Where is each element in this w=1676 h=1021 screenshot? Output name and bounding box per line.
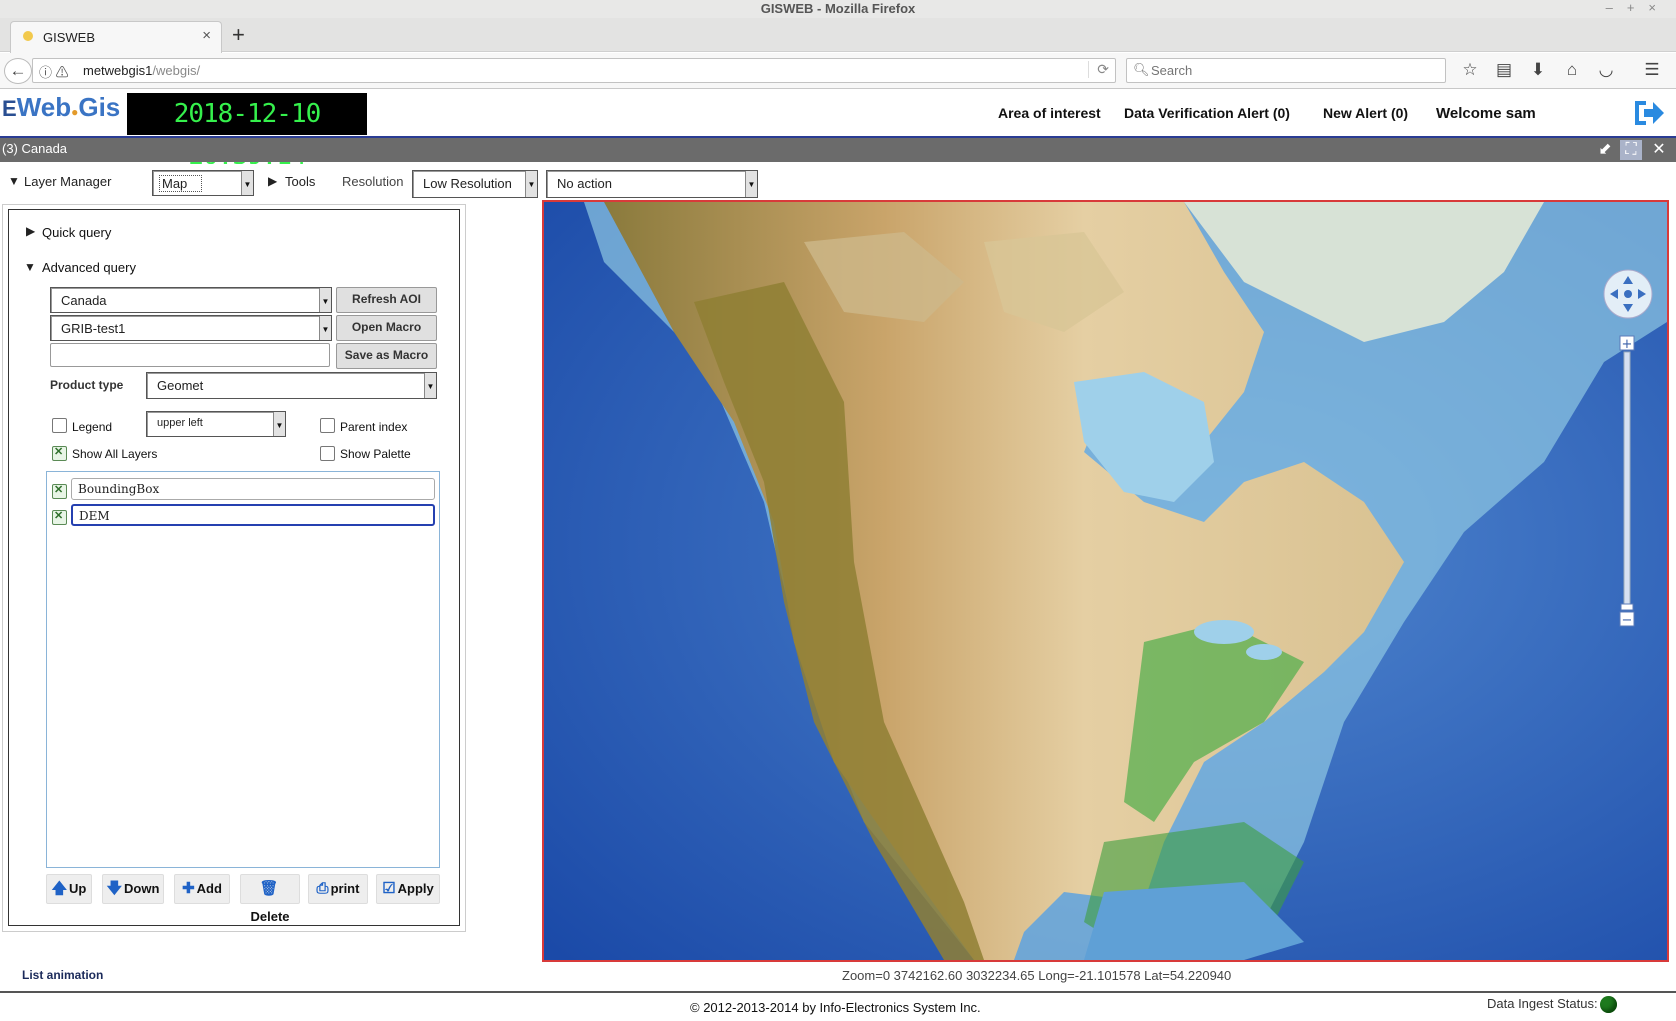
product-type-label: Product type: [50, 378, 124, 392]
expand-triangle-icon[interactable]: ▶: [268, 174, 277, 188]
window-title: GISWEB - Mozilla Firefox: [760, 1, 916, 16]
favicon-icon: [23, 31, 33, 41]
close-tab-icon[interactable]: ×: [202, 27, 211, 44]
status-ok-icon: [1599, 996, 1617, 1014]
view-select[interactable]: Map: [152, 170, 254, 196]
map-coordinates: Zoom=0 3742162.60 3032234.65 Long=-21.10…: [842, 968, 1232, 983]
layer-manager-label[interactable]: Layer Manager: [24, 174, 111, 189]
browser-tab[interactable]: GISWEB ×: [10, 21, 222, 53]
show-all-layers-checkbox[interactable]: [52, 445, 67, 461]
svg-text:−: −: [1622, 613, 1633, 628]
tab-strip: [0, 18, 1676, 52]
arrow-down-icon: 🡇: [106, 880, 123, 897]
resolution-select[interactable]: Low Resolution: [412, 170, 538, 198]
refresh-aoi-button[interactable]: Refresh AOI: [336, 287, 437, 313]
delete-layer-button[interactable]: 🗑Delete: [240, 874, 300, 924]
move-up-button[interactable]: 🡅 Up: [46, 874, 92, 904]
window-titlebar: GISWEB - Mozilla Firefox: [0, 0, 1676, 18]
svg-text:+: +: [1622, 337, 1633, 352]
download-icon[interactable]: ⬇: [1524, 58, 1552, 82]
printer-icon: ⎙: [316, 880, 329, 897]
save-as-macro-button[interactable]: Save as Macro: [336, 343, 437, 369]
url-bar[interactable]: ⓘ ⚠ metwebgis1/webgis/ ⟳: [32, 58, 1116, 83]
data-ingest-label: Data Ingest Status:: [1487, 996, 1598, 1011]
new-alert-link[interactable]: New Alert (0): [1323, 105, 1408, 121]
map-nav-control[interactable]: + −: [1600, 268, 1656, 631]
search-icon: 🔍︎: [1133, 62, 1150, 77]
url-text: metwebgis1/webgis/: [83, 63, 201, 78]
search-input[interactable]: [1149, 62, 1443, 79]
open-macro-button[interactable]: Open Macro: [336, 315, 437, 341]
layer-list: [46, 471, 440, 868]
welcome-user: Welcome sam: [1436, 105, 1536, 122]
close-icon[interactable]: ×: [1648, 0, 1670, 15]
parent-index-label: Parent index: [340, 420, 408, 434]
tools-label[interactable]: Tools: [285, 174, 315, 189]
data-verification-alert-link[interactable]: Data Verification Alert (0): [1124, 105, 1290, 121]
area-of-interest-link[interactable]: Area of interest: [998, 105, 1101, 121]
legend-position-select[interactable]: upper left: [146, 411, 286, 437]
list-animation-link[interactable]: List animation: [22, 968, 103, 982]
move-down-button[interactable]: 🡇 Down: [102, 874, 164, 904]
parent-index-checkbox[interactable]: [320, 418, 335, 433]
site-info-icon[interactable]: ⓘ ⚠: [39, 62, 69, 81]
tab-title: GISWEB: [43, 30, 96, 45]
add-layer-button[interactable]: ✚ Add: [174, 874, 230, 904]
close-window-icon[interactable]: ✕: [1648, 140, 1670, 160]
expand-triangle-icon[interactable]: ▶: [26, 224, 35, 238]
action-select[interactable]: No action: [546, 170, 758, 198]
show-palette-checkbox[interactable]: [320, 446, 335, 461]
minimize-icon[interactable]: –: [1606, 0, 1627, 15]
aoi-select[interactable]: Canada: [50, 287, 332, 313]
print-button[interactable]: ⎙ print: [308, 874, 368, 904]
apply-button[interactable]: ☑ Apply: [376, 874, 440, 904]
arrow-up-icon: 🡅: [51, 880, 68, 897]
quick-query-header[interactable]: Quick query: [42, 225, 111, 240]
advanced-query-header[interactable]: Advanced query: [42, 260, 136, 275]
relief-map-image: [544, 202, 1667, 960]
reading-list-icon[interactable]: ▤: [1490, 58, 1518, 82]
collapse-triangle-icon[interactable]: ▼: [8, 174, 20, 188]
resolution-label: Resolution: [342, 174, 404, 189]
minimize-window-icon[interactable]: ⬋: [1594, 140, 1616, 160]
macro-name-input[interactable]: [50, 343, 330, 367]
legend-checkbox[interactable]: [52, 418, 67, 433]
reload-icon[interactable]: ⟳: [1088, 61, 1109, 78]
search-bar[interactable]: 🔍︎: [1126, 58, 1446, 83]
app-logo: EWeb●Gis: [2, 92, 121, 122]
layer-item[interactable]: BoundingBox: [71, 478, 435, 500]
check-icon: ☑: [382, 880, 396, 897]
legend-label: Legend: [72, 420, 113, 434]
map-window-bar: (3) Canada ⬋ ⛶ ✕: [0, 138, 1676, 162]
bookmark-star-icon[interactable]: ☆: [1456, 58, 1484, 82]
back-icon[interactable]: ←: [4, 58, 32, 84]
trash-icon: 🗑: [259, 880, 279, 897]
show-palette-label: Show Palette: [340, 447, 411, 461]
layer-visibility-checkbox[interactable]: [52, 483, 67, 499]
show-all-layers-label: Show All Layers: [72, 447, 158, 461]
product-type-select[interactable]: Geomet: [146, 372, 437, 399]
menu-icon[interactable]: ☰: [1638, 58, 1666, 82]
copyright: © 2012-2013-2014 by Info-Electronics Sys…: [690, 1000, 981, 1015]
logout-icon[interactable]: [1632, 98, 1666, 128]
plus-icon: ✚: [182, 880, 195, 897]
layer-visibility-checkbox[interactable]: [52, 509, 67, 525]
map-canvas[interactable]: [542, 200, 1669, 962]
layer-item[interactable]: DEM: [71, 504, 435, 526]
clock-display: 2018-12-10 20:39:14: [127, 93, 367, 171]
collapse-triangle-icon[interactable]: ▼: [24, 260, 36, 274]
maximize-icon[interactable]: +: [1627, 0, 1649, 15]
new-tab-icon[interactable]: +: [232, 22, 245, 48]
map-window-title: (3) Canada: [2, 141, 68, 156]
window-controls[interactable]: –+×: [1606, 0, 1670, 18]
pocket-icon[interactable]: ◡: [1592, 58, 1620, 82]
data-ingest-status: Data Ingest Status:: [1487, 996, 1617, 1014]
macro-select[interactable]: GRIB-test1: [50, 315, 332, 341]
fullscreen-icon[interactable]: ⛶: [1620, 140, 1642, 160]
home-icon[interactable]: ⌂: [1558, 58, 1586, 82]
